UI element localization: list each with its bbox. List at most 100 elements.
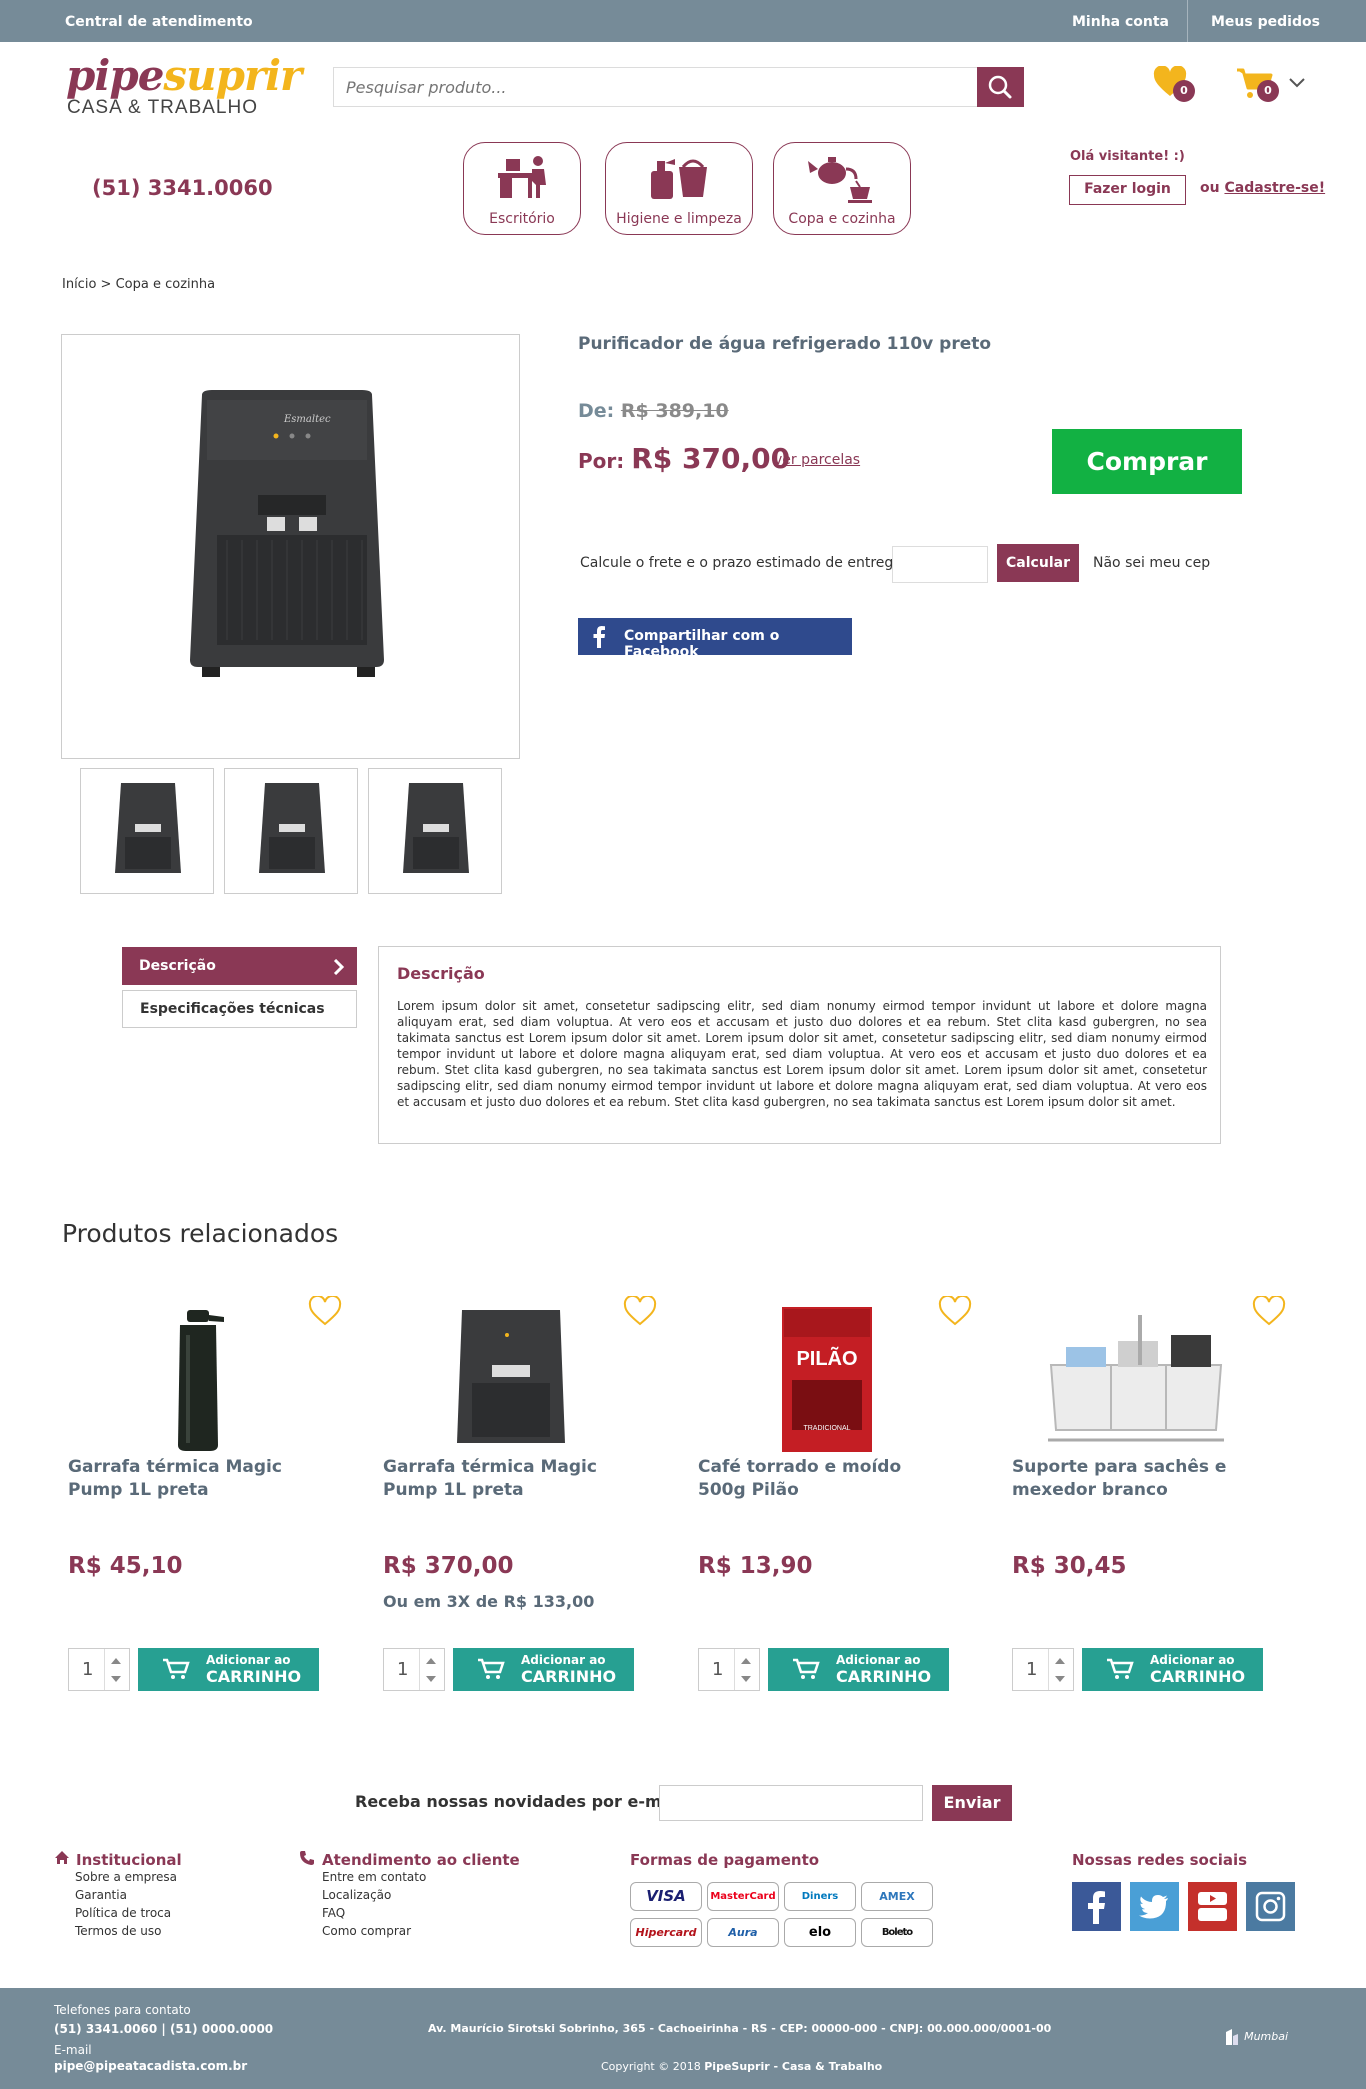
add-label-bottom: CARRINHO	[1150, 1667, 1246, 1686]
footer-link[interactable]: Política de troca	[75, 1904, 177, 1922]
decrement-arrow-icon[interactable]	[111, 1676, 121, 1682]
installments-link[interactable]: ver parcelas	[774, 452, 860, 468]
add-label-top: Adicionar ao	[206, 1653, 291, 1667]
contact-email[interactable]: pipe@pipeatacadista.com.br	[54, 2059, 247, 2073]
product-main-image[interactable]: Esmaltec	[61, 334, 520, 759]
tab-description[interactable]: Descrição	[122, 947, 357, 985]
footer-support-links: Entre em contato Localização FAQ Como co…	[322, 1868, 426, 1940]
search-button[interactable]	[977, 67, 1024, 107]
product-name[interactable]: Garrafa térmica Magic Pump 1L preta	[383, 1456, 623, 1502]
add-to-cart-button[interactable]: Adicionar ao CARRINHO	[768, 1648, 949, 1691]
newsletter-email-input[interactable]	[659, 1785, 923, 1821]
breadcrumb-home[interactable]: Início	[62, 277, 96, 292]
footer-link[interactable]: FAQ	[322, 1904, 426, 1922]
product-name[interactable]: Café torrado e moído 500g Pilão	[698, 1456, 938, 1502]
tab-specifications[interactable]: Especificações técnicas	[122, 990, 357, 1028]
product-title: Purificador de água refrigerado 110v pre…	[578, 334, 992, 354]
product-thumbnail[interactable]	[80, 768, 214, 894]
favorite-heart-icon[interactable]	[938, 1296, 972, 1326]
search-input[interactable]	[346, 75, 946, 99]
add-label-bottom: CARRINHO	[206, 1667, 302, 1686]
breadcrumb-current[interactable]: Copa e cozinha	[116, 277, 216, 292]
favorite-heart-icon[interactable]	[623, 1296, 657, 1326]
newsletter-submit-button[interactable]: Enviar	[932, 1785, 1012, 1821]
cart-button[interactable]: 0	[1235, 64, 1305, 104]
add-label-top: Adicionar ao	[521, 1653, 606, 1667]
share-facebook-button[interactable]: Compartilhar com o Facebook	[578, 618, 852, 660]
agency-logo-icon	[1226, 2028, 1238, 2045]
cart-count-badge: 0	[1257, 80, 1279, 102]
product-image-thermos[interactable]	[62, 1295, 342, 1460]
decrement-arrow-icon[interactable]	[1055, 1676, 1065, 1682]
footer-link[interactable]: Garantia	[75, 1886, 177, 1904]
footer-link[interactable]: Sobre a empresa	[75, 1868, 177, 1886]
quantity-stepper[interactable]: 1	[698, 1648, 760, 1691]
favorite-heart-icon[interactable]	[1252, 1296, 1286, 1326]
increment-arrow-icon[interactable]	[1055, 1658, 1065, 1664]
product-name[interactable]: Suporte para sachês e mexedor branco	[1012, 1456, 1252, 1502]
quantity-stepper[interactable]: 1	[68, 1648, 130, 1691]
contact-phones-label: Telefones para contato	[54, 2003, 191, 2017]
cep-input[interactable]	[892, 546, 988, 583]
greeting-text: Olá visitante! :)	[1070, 149, 1185, 164]
increment-arrow-icon[interactable]	[111, 1658, 121, 1664]
chevron-down-icon	[1289, 78, 1305, 88]
product-image-coffee[interactable]: PILÃO TRADICIONAL	[692, 1295, 972, 1460]
add-label-bottom: CARRINHO	[521, 1667, 617, 1686]
thumbnail-image	[259, 783, 325, 873]
decrement-arrow-icon[interactable]	[741, 1676, 751, 1682]
category-copa[interactable]: Copa e cozinha	[773, 142, 911, 235]
cleaning-icon	[651, 159, 707, 199]
instagram-social-icon[interactable]	[1246, 1882, 1295, 1931]
twitter-icon	[1139, 1895, 1168, 1919]
quantity-stepper[interactable]: 1	[1012, 1648, 1074, 1691]
twitter-social-icon[interactable]	[1130, 1882, 1179, 1931]
category-label: Escritório	[489, 211, 555, 227]
logo-subtitle: CASA & TRABALHO	[67, 97, 258, 118]
add-to-cart-button[interactable]: Adicionar ao CARRINHO	[453, 1648, 634, 1691]
add-label-top: Adicionar ao	[836, 1653, 921, 1667]
product-card: PILÃO TRADICIONAL Café torrado e moído 50…	[692, 1285, 972, 1735]
my-orders-link[interactable]: Meus pedidos	[1211, 14, 1320, 30]
youtube-social-icon[interactable]	[1188, 1882, 1237, 1931]
search-icon	[988, 75, 1012, 99]
login-button[interactable]: Fazer login	[1069, 175, 1186, 205]
freight-label: Calcule o frete e o prazo estimado de en…	[580, 555, 907, 571]
category-higiene[interactable]: Higiene e limpeza	[605, 142, 753, 235]
product-image-sachet-holder[interactable]	[1006, 1295, 1286, 1460]
increment-arrow-icon[interactable]	[426, 1658, 436, 1664]
footer-link[interactable]: Termos de uso	[75, 1922, 177, 1940]
product-thumbnail[interactable]	[368, 768, 502, 894]
buy-button[interactable]: Comprar	[1052, 429, 1242, 494]
stepper-divider	[104, 1649, 129, 1690]
top-bar: Central de atendimento Minha conta Meus …	[0, 0, 1366, 42]
footer-link[interactable]: Localização	[322, 1886, 426, 1904]
site-logo[interactable]: pipesuprir	[66, 55, 302, 97]
contact-email-label: E-mail	[54, 2043, 92, 2057]
footer-payment-title: Formas de pagamento	[630, 1851, 820, 1869]
product-installments: Ou em 3X de R$ 133,00	[383, 1592, 595, 1611]
category-escritorio[interactable]: Escritório	[463, 142, 581, 235]
calculate-button[interactable]: Calcular	[997, 544, 1079, 582]
product-name[interactable]: Garrafa térmica Magic Pump 1L preta	[68, 1456, 308, 1502]
add-to-cart-button[interactable]: Adicionar ao CARRINHO	[138, 1648, 319, 1691]
register-link[interactable]: Cadastre-se!	[1224, 180, 1325, 196]
favorite-heart-icon[interactable]	[308, 1296, 342, 1326]
cart-add-icon	[163, 1658, 190, 1679]
add-label-bottom: CARRINHO	[836, 1667, 932, 1686]
facebook-social-icon[interactable]	[1072, 1882, 1121, 1931]
product-image-purifier[interactable]	[377, 1295, 657, 1460]
add-to-cart-button[interactable]: Adicionar ao CARRINHO	[1082, 1648, 1263, 1691]
customer-service-link[interactable]: Central de atendimento	[65, 14, 253, 30]
decrement-arrow-icon[interactable]	[426, 1676, 436, 1682]
product-thumbnail[interactable]	[224, 768, 358, 894]
my-account-link[interactable]: Minha conta	[1072, 14, 1169, 30]
footer-link[interactable]: Entre em contato	[322, 1868, 426, 1886]
quantity-value: 1	[1026, 1659, 1038, 1680]
increment-arrow-icon[interactable]	[741, 1658, 751, 1664]
unknown-cep-link[interactable]: Não sei meu cep	[1093, 555, 1210, 571]
quantity-stepper[interactable]: 1	[383, 1648, 445, 1691]
agency-logo[interactable]: Mumbai	[1225, 2026, 1288, 2046]
wishlist-button[interactable]: 0	[1153, 64, 1203, 104]
footer-link[interactable]: Como comprar	[322, 1922, 426, 1940]
